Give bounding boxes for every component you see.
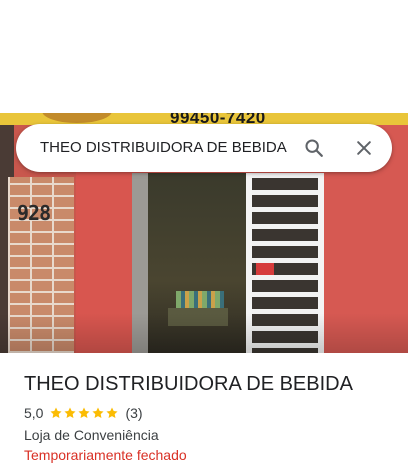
gate-sign	[256, 263, 274, 275]
review-count[interactable]: (3)	[125, 405, 142, 421]
star-icon	[78, 407, 91, 419]
maps-place-page: 99450-7420 928 THEO DISTRIBUIDORA DE BEB…	[0, 0, 408, 466]
status-badge: Temporariamente fechado	[24, 447, 187, 463]
star-icon	[50, 407, 63, 419]
star-icon	[92, 407, 105, 419]
map-top-area	[0, 0, 408, 113]
place-category: Loja de Conveniência	[24, 427, 159, 443]
photo-shade	[0, 313, 408, 353]
search-icon	[305, 139, 323, 157]
house-number: 928	[17, 201, 51, 225]
star-icon	[106, 407, 119, 419]
rating-value: 5,0	[24, 405, 44, 421]
close-icon	[357, 141, 371, 155]
banner-phone-number: 99450-7420	[170, 113, 266, 127]
clear-search-button[interactable]	[348, 132, 380, 164]
shelf-bottles	[176, 291, 224, 309]
place-title: THEO DISTRIBUIDORA DE BEBIDA	[24, 373, 353, 395]
search-input[interactable]: THEO DISTRIBUIDORA DE BEBIDA	[40, 138, 290, 158]
search-bar[interactable]: THEO DISTRIBUIDORA DE BEBIDA	[16, 124, 392, 172]
place-info: THEO DISTRIBUIDORA DE BEBIDA 5,0 (3) Loj…	[0, 353, 408, 466]
search-button[interactable]	[298, 132, 330, 164]
star-rating	[49, 406, 119, 420]
rating-row[interactable]: 5,0 (3)	[24, 404, 143, 422]
star-icon	[64, 407, 77, 419]
